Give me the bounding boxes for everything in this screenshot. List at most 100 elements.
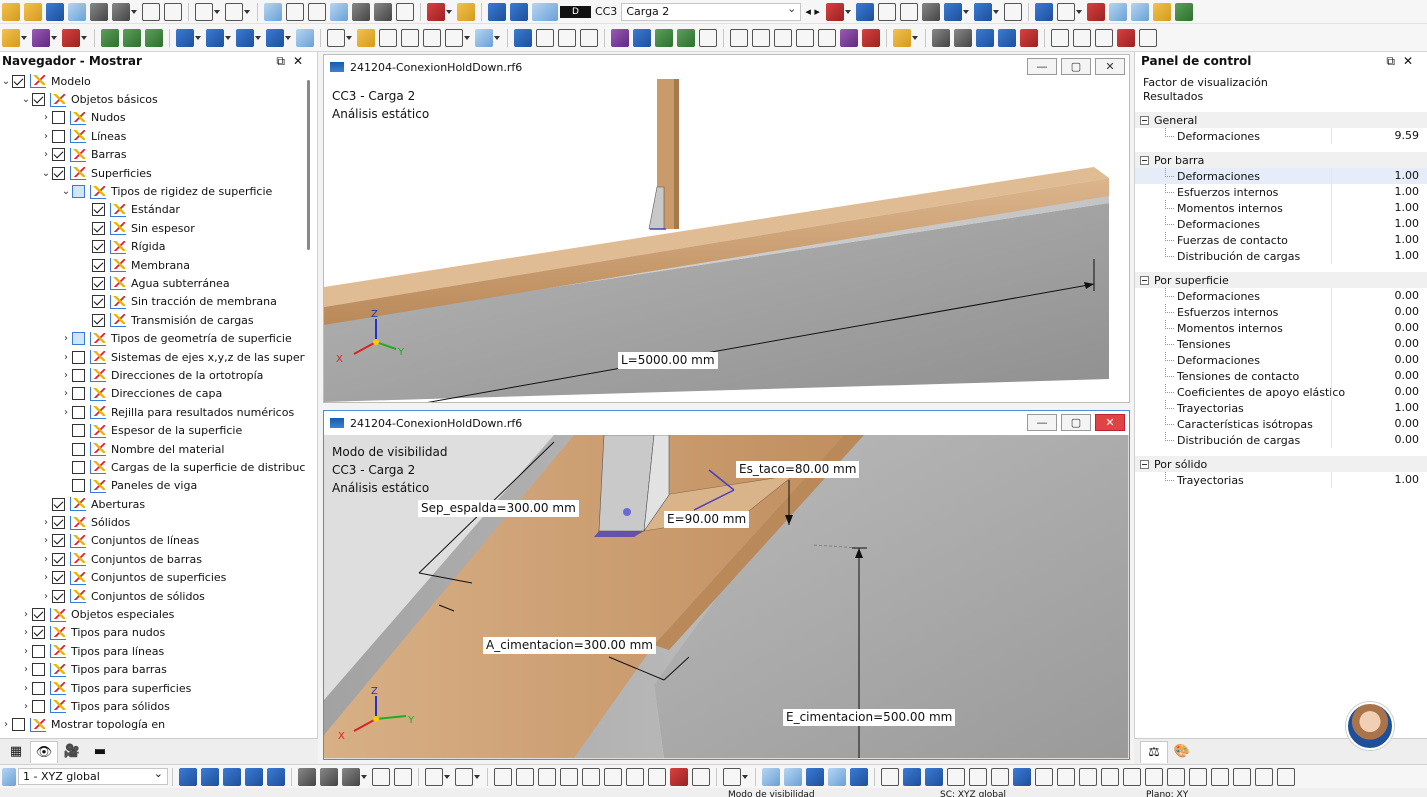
tree-checkbox[interactable] bbox=[32, 699, 45, 713]
tree-checkbox[interactable] bbox=[52, 589, 65, 603]
control-row[interactable]: Esfuerzos internos 1.00 bbox=[1135, 184, 1427, 200]
align-2-icon[interactable] bbox=[752, 28, 770, 47]
control-row-value[interactable]: 0.00 bbox=[1331, 288, 1427, 304]
tree-checkbox[interactable] bbox=[32, 626, 45, 640]
workplane-2-icon[interactable] bbox=[320, 767, 338, 786]
coordinate-system-select[interactable]: 1 - XYZ global bbox=[18, 766, 168, 785]
view-layout-icon[interactable] bbox=[330, 2, 348, 21]
arrows-icon[interactable] bbox=[1123, 767, 1141, 786]
chart-icon[interactable] bbox=[308, 2, 326, 21]
tree-node[interactable]: ⌄ Superficies bbox=[0, 164, 305, 182]
solid-dropdown[interactable] bbox=[225, 35, 231, 40]
list-icon[interactable] bbox=[286, 2, 304, 21]
diagonal-icon[interactable] bbox=[604, 767, 622, 786]
control-row[interactable]: Tensiones de contacto 0.00 bbox=[1135, 368, 1427, 384]
control-row[interactable]: Deformaciones 9.59 bbox=[1135, 128, 1427, 144]
guide-2-icon[interactable] bbox=[394, 767, 412, 786]
cube-icon[interactable] bbox=[1108, 2, 1127, 21]
print-icon[interactable] bbox=[90, 2, 108, 21]
tree-checkbox[interactable] bbox=[92, 276, 105, 290]
control-row-value[interactable]: 0.00 bbox=[1331, 416, 1427, 432]
cross-snap-icon[interactable] bbox=[670, 767, 688, 786]
tree-checkbox[interactable] bbox=[72, 424, 85, 438]
square-icon[interactable] bbox=[947, 767, 965, 786]
tree-checkbox[interactable] bbox=[32, 93, 45, 107]
workplane-icon[interactable] bbox=[298, 767, 316, 786]
tree-node[interactable]: › Mostrar topología en bbox=[0, 716, 305, 734]
draw-arc-icon[interactable] bbox=[455, 767, 473, 786]
circle-icon[interactable] bbox=[969, 767, 987, 786]
spline-icon[interactable] bbox=[582, 767, 600, 786]
values-xxx-icon[interactable] bbox=[1003, 2, 1022, 21]
surface-support-icon[interactable] bbox=[145, 28, 163, 47]
tree-checkbox[interactable] bbox=[52, 497, 65, 511]
tree-node[interactable]: › Tipos de geometría de superficie bbox=[0, 329, 305, 347]
control-section-header[interactable]: Por superficie bbox=[1135, 272, 1427, 288]
line-icon[interactable] bbox=[32, 28, 50, 47]
load-icon[interactable] bbox=[266, 28, 284, 47]
x-mark-icon[interactable] bbox=[825, 2, 844, 21]
control-row[interactable]: Deformaciones 1.00 bbox=[1135, 216, 1427, 232]
control-row-value[interactable]: 1.00 bbox=[1331, 472, 1427, 488]
deformation-dropdown[interactable] bbox=[992, 9, 999, 14]
diagram-icon[interactable] bbox=[1034, 2, 1053, 21]
tree-checkbox[interactable] bbox=[72, 332, 85, 346]
redo-dropdown[interactable] bbox=[244, 9, 250, 14]
viewport-bottom-scene[interactable]: Z X Y Modo de visibilidad CC3 - Carga 2 … bbox=[324, 435, 1129, 758]
snap-object-icon[interactable] bbox=[201, 767, 219, 786]
control-row[interactable]: Distribución de cargas 0.00 bbox=[1135, 432, 1427, 448]
parallel-icon[interactable] bbox=[494, 767, 512, 786]
tree-checkbox[interactable] bbox=[32, 681, 45, 695]
dimension-icon[interactable] bbox=[536, 28, 554, 47]
surface-dropdown[interactable] bbox=[195, 35, 201, 40]
tree-node[interactable]: › Nudos bbox=[0, 109, 305, 127]
workplane-3-icon[interactable] bbox=[342, 767, 360, 786]
undo-dropdown[interactable] bbox=[214, 9, 220, 14]
comment-icon[interactable] bbox=[580, 28, 598, 47]
tree-checkbox[interactable] bbox=[52, 129, 65, 143]
omega-icon[interactable] bbox=[1079, 767, 1097, 786]
tree-checkbox[interactable] bbox=[52, 552, 65, 566]
tree-node[interactable]: Transmisión de cargas bbox=[0, 311, 305, 329]
angle-icon[interactable] bbox=[818, 28, 836, 47]
snap-mid-icon[interactable] bbox=[267, 767, 285, 786]
tree-checkbox[interactable] bbox=[72, 350, 85, 364]
tree-checkbox[interactable] bbox=[72, 460, 85, 474]
visual-dropdown[interactable] bbox=[912, 35, 918, 40]
polygon-icon[interactable] bbox=[692, 767, 710, 786]
dslash-icon[interactable] bbox=[1057, 767, 1075, 786]
rotate-dropdown[interactable] bbox=[742, 774, 748, 779]
tree-node[interactable]: Membrana bbox=[0, 256, 305, 274]
chevron-right-icon[interactable]: › bbox=[20, 627, 32, 638]
dimension-es-taco[interactable]: Es_taco=80.00 mm bbox=[736, 461, 860, 478]
coord-dropdown[interactable] bbox=[464, 35, 470, 40]
control-row-value[interactable]: 1.00 bbox=[1331, 200, 1427, 216]
viewport-bottom[interactable]: 241204-ConexionHoldDown.rf6 — ▢ ✕ Z X Y … bbox=[323, 410, 1130, 760]
chevron-right-icon[interactable]: › bbox=[40, 112, 52, 123]
control-row-value[interactable]: 1.00 bbox=[1331, 232, 1427, 248]
section-dropdown[interactable] bbox=[962, 9, 969, 14]
tree-checkbox[interactable] bbox=[32, 663, 45, 677]
share-icon[interactable] bbox=[68, 2, 86, 21]
tree-node[interactable]: › Tipos para sólidos bbox=[0, 697, 305, 715]
table-icon[interactable] bbox=[264, 2, 282, 21]
load-case-select[interactable]: Carga 2 bbox=[621, 2, 802, 21]
tree-checkbox[interactable] bbox=[52, 534, 65, 548]
values-icon[interactable] bbox=[899, 2, 918, 21]
control-row[interactable]: Deformaciones 0.00 bbox=[1135, 352, 1427, 368]
node-dropdown[interactable] bbox=[21, 35, 27, 40]
control-row-value[interactable]: 0.00 bbox=[1331, 384, 1427, 400]
percent-icon[interactable] bbox=[1051, 28, 1069, 47]
control-row-value[interactable]: 0.00 bbox=[1331, 352, 1427, 368]
undo-icon[interactable] bbox=[195, 2, 213, 21]
tree-checkbox[interactable] bbox=[72, 442, 85, 456]
magnet-icon[interactable] bbox=[903, 767, 921, 786]
next-case-icon[interactable] bbox=[510, 2, 528, 21]
guide-icon[interactable] bbox=[372, 767, 390, 786]
display-tab-icon[interactable]: 👁 bbox=[30, 740, 58, 763]
tree-node[interactable]: › Tipos para nudos bbox=[0, 624, 305, 642]
chevron-down-icon[interactable]: ⌄ bbox=[60, 186, 72, 197]
script-icon[interactable] bbox=[374, 2, 392, 21]
control-row[interactable]: Deformaciones 1.00 bbox=[1135, 168, 1427, 184]
pin-icon[interactable] bbox=[327, 28, 345, 47]
